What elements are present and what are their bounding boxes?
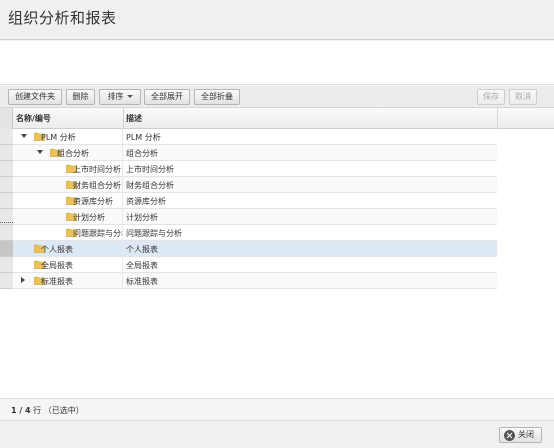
tree-row[interactable]: 全局报表 全局报表 bbox=[13, 257, 497, 273]
description-cell: 上市时间分析 bbox=[123, 161, 273, 177]
sort-label: 排序 bbox=[107, 92, 124, 101]
dialog-header: 组织分析和报表 bbox=[0, 0, 554, 40]
column-separator bbox=[123, 108, 124, 129]
row-header-cell[interactable] bbox=[0, 161, 13, 177]
row-description: 财务组合分析 bbox=[126, 181, 174, 190]
row-header-cell[interactable] bbox=[0, 177, 13, 193]
chevron-down-icon bbox=[126, 95, 133, 98]
name-cell: 财务组合分析 bbox=[13, 177, 123, 193]
row-description: 全局报表 bbox=[126, 261, 158, 270]
column-header-description[interactable]: 描述 bbox=[126, 113, 142, 124]
row-name: 个人报表 bbox=[41, 245, 73, 254]
tree-row[interactable]: 标准报表 标准报表 bbox=[13, 273, 497, 289]
close-icon bbox=[504, 430, 515, 441]
description-cell: 问题跟踪与分析 bbox=[123, 225, 273, 241]
row-description: 资源库分析 bbox=[126, 197, 166, 206]
row-name: 资源库分析 bbox=[73, 197, 113, 206]
description-cell: 个人报表 bbox=[123, 241, 273, 257]
row-description: 组合分析 bbox=[126, 149, 158, 158]
row-description: 问题跟踪与分析 bbox=[126, 229, 182, 238]
row-name: 问题跟踪与分析 bbox=[73, 229, 122, 238]
row-header-cell[interactable] bbox=[0, 241, 13, 257]
row-name: 全局报表 bbox=[41, 261, 73, 270]
row-count-status: 1 / 4 行 （已选中） bbox=[11, 405, 84, 416]
save-button[interactable]: 保存 bbox=[477, 89, 505, 105]
name-cell: 全局报表 bbox=[13, 257, 123, 273]
delete-button[interactable]: 删除 bbox=[66, 89, 95, 105]
row-name: 标准报表 bbox=[41, 277, 73, 286]
name-cell: 上市时间分析 bbox=[13, 161, 123, 177]
description-cell: 计划分析 bbox=[123, 209, 273, 225]
row-description: 个人报表 bbox=[126, 245, 158, 254]
status-bar: 1 / 4 行 （已选中） bbox=[0, 398, 554, 420]
row-name: 组合分析 bbox=[57, 149, 89, 158]
drag-indicator bbox=[0, 222, 13, 223]
name-cell: 标准报表 bbox=[13, 273, 123, 289]
description-cell: 标准报表 bbox=[123, 273, 273, 289]
tree-row[interactable]: 计划分析 计划分析 bbox=[13, 209, 497, 225]
row-header-cell[interactable] bbox=[0, 129, 13, 145]
row-header-cell[interactable] bbox=[0, 257, 13, 273]
cancel-button[interactable]: 取消 bbox=[509, 89, 537, 105]
row-count-suffix: 行 （已选中） bbox=[30, 406, 84, 415]
page-title: 组织分析和报表 bbox=[8, 9, 117, 27]
name-cell: 问题跟踪与分析 bbox=[13, 225, 123, 241]
column-header-row: 名称/编号 描述 bbox=[13, 108, 497, 129]
row-header-cell[interactable] bbox=[0, 225, 13, 241]
row-header-strip bbox=[0, 108, 13, 289]
row-header-cell[interactable] bbox=[0, 193, 13, 209]
expand-all-button[interactable]: 全部展开 bbox=[144, 89, 190, 105]
tree-row[interactable]: 财务组合分析 财务组合分析 bbox=[13, 177, 497, 193]
row-name: PLM 分析 bbox=[41, 133, 76, 142]
row-description: 上市时间分析 bbox=[126, 165, 174, 174]
expand-triangle-icon[interactable] bbox=[21, 134, 27, 138]
tree-row[interactable]: 问题跟踪与分析问题跟踪与分析 bbox=[13, 225, 497, 241]
name-cell: 个人报表 bbox=[13, 241, 123, 257]
row-name: 财务组合分析 bbox=[73, 181, 121, 190]
description-cell: 财务组合分析 bbox=[123, 177, 273, 193]
sort-dropdown-button[interactable]: 排序 bbox=[99, 89, 141, 105]
row-description: 标准报表 bbox=[126, 277, 158, 286]
description-cell: 资源库分析 bbox=[123, 193, 273, 209]
description-cell: PLM 分析 bbox=[123, 129, 273, 145]
dialog-button-bar: 关闭 bbox=[0, 420, 554, 448]
description-cell: 全局报表 bbox=[123, 257, 273, 273]
row-description: PLM 分析 bbox=[126, 133, 161, 142]
row-name: 上市时间分析 bbox=[73, 165, 121, 174]
content-band bbox=[0, 41, 554, 85]
description-cell: 组合分析 bbox=[123, 145, 273, 161]
collapse-all-button[interactable]: 全部折叠 bbox=[194, 89, 240, 105]
create-folder-button[interactable]: 创建文件夹 bbox=[8, 89, 62, 105]
tree-row[interactable]: PLM 分析 PLM 分析 bbox=[13, 129, 497, 145]
column-header-name[interactable]: 名称/编号 bbox=[16, 113, 51, 124]
close-button-label: 关闭 bbox=[518, 430, 534, 439]
collapsed-triangle-icon[interactable] bbox=[21, 277, 25, 283]
row-description: 计划分析 bbox=[126, 213, 158, 222]
close-button[interactable]: 关闭 bbox=[499, 427, 542, 443]
tree-row[interactable]: 上市时间分析 上市时间分析 bbox=[13, 161, 497, 177]
row-header-cell[interactable] bbox=[0, 273, 13, 289]
row-name: 计划分析 bbox=[73, 213, 105, 222]
tree-row[interactable]: 资源库分析 资源库分析 bbox=[13, 193, 497, 209]
name-cell: 计划分析 bbox=[13, 209, 123, 225]
name-cell: 组合分析 bbox=[13, 145, 123, 161]
toolbar: 创建文件夹 删除 排序 全部展开 全部折叠 保存 取消 bbox=[0, 86, 554, 108]
column-header-filler bbox=[497, 108, 554, 129]
name-cell: 资源库分析 bbox=[13, 193, 123, 209]
expand-triangle-icon[interactable] bbox=[37, 150, 43, 154]
row-header-cell[interactable] bbox=[0, 145, 13, 161]
tree-row[interactable]: 组合分析 组合分析 bbox=[13, 145, 497, 161]
tree-row[interactable]: 个人报表 个人报表 bbox=[13, 241, 497, 257]
tree-grid: 名称/编号 描述 PLM 分析 PLM 分析 组合分析 组合分析 上市时间分析 上市时间分… bbox=[0, 108, 554, 398]
name-cell: PLM 分析 bbox=[13, 129, 123, 145]
row-count: 1 / 4 bbox=[11, 406, 31, 415]
